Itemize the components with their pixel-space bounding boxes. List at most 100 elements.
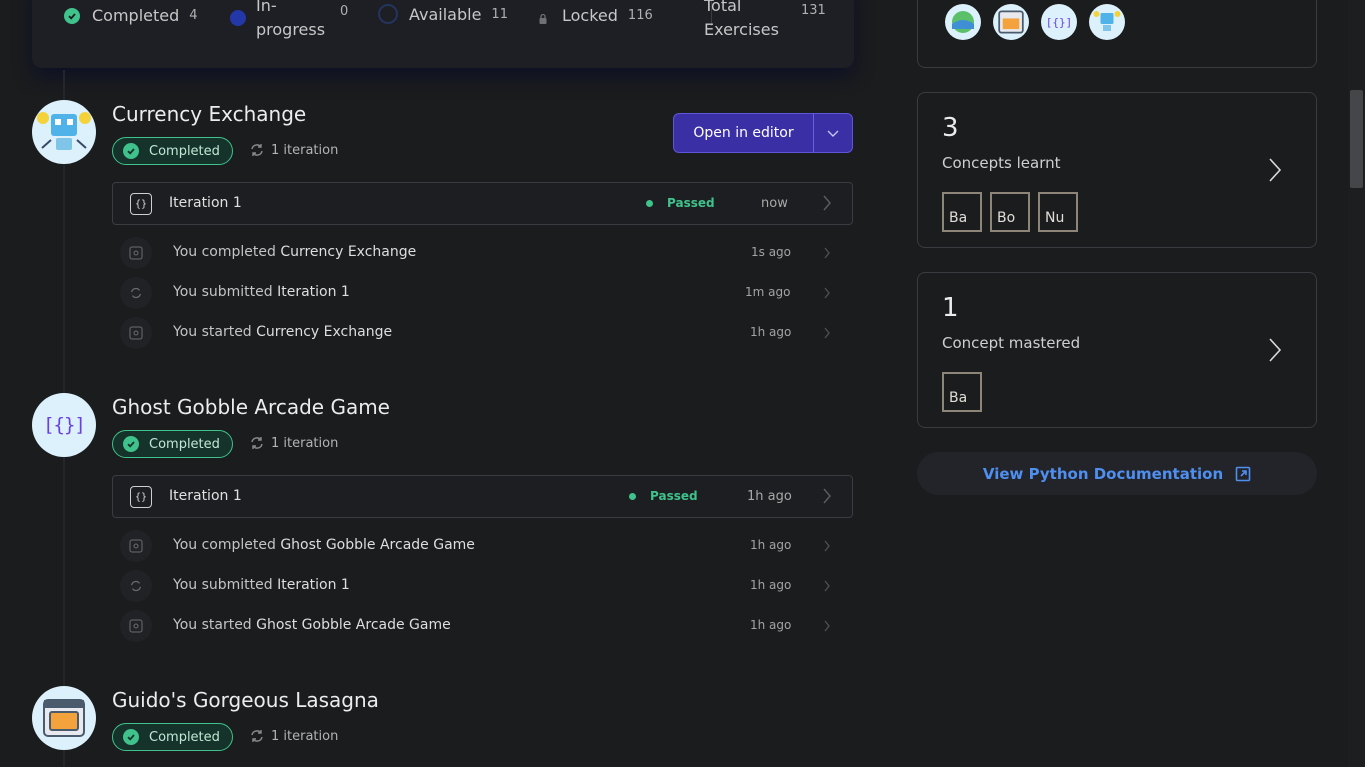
stat-available[interactable]: Available 11 xyxy=(378,4,508,24)
iteration-count-label: 1 iteration xyxy=(271,728,339,744)
avatar-text: [{}] xyxy=(43,414,86,436)
iteration-icon xyxy=(251,144,263,156)
exercise-title[interactable]: Ghost Gobble Arcade Game xyxy=(112,395,390,419)
concept-tile[interactable]: Nu xyxy=(1038,192,1078,232)
stat-completed[interactable]: Completed 4 xyxy=(64,6,198,25)
concepts-learnt-label: Concepts learnt xyxy=(942,154,1061,172)
activity-text: You completed Currency Exchange xyxy=(173,244,417,260)
chevron-down-icon xyxy=(827,130,839,137)
chevron-right-icon xyxy=(824,580,830,592)
activity-text: You started Ghost Gobble Arcade Game xyxy=(173,617,451,633)
activity-row[interactable]: You submitted Iteration 1 1m ago xyxy=(112,273,853,313)
stat-locked-count: 116 xyxy=(627,8,653,23)
iteration-count-label: 1 iteration xyxy=(271,435,339,451)
exercise-summary-bar: Completed 4 In- progress 0 Available 11 … xyxy=(32,0,854,68)
stat-completed-count: 4 xyxy=(189,8,198,23)
activity-row[interactable]: You submitted Iteration 1 1h ago xyxy=(112,566,853,606)
iteration-label: Iteration 1 xyxy=(169,488,242,504)
open-in-editor-split-button: Open in editor xyxy=(673,113,853,153)
iteration-row[interactable]: {} Iteration 1 Passed 1h ago xyxy=(112,475,853,518)
concept-tile[interactable]: Bo xyxy=(990,192,1030,232)
stat-in-progress[interactable]: In- progress 0 xyxy=(230,0,348,42)
completed-exercises-card[interactable]: [{}] xyxy=(917,0,1317,68)
iteration-label: Iteration 1 xyxy=(169,195,242,211)
concepts-learnt-count: 3 xyxy=(942,113,959,143)
lasagna-avatar xyxy=(32,686,96,750)
ghost-gobble-avatar: [{}] xyxy=(32,393,96,457)
chevron-right-icon xyxy=(823,195,831,211)
activity-text: You submitted Iteration 1 xyxy=(173,284,350,300)
stat-available-label: Available xyxy=(409,4,482,24)
chevron-right-icon xyxy=(1269,338,1282,362)
check-icon xyxy=(123,436,139,452)
avatar-text: [{}] xyxy=(1045,15,1073,29)
completed-exercise-avatar xyxy=(1089,4,1125,40)
currency-exchange-avatar xyxy=(32,100,96,164)
status-badge: Completed xyxy=(112,430,233,458)
code-file-icon: {} xyxy=(130,193,152,215)
status-badge-label: Completed xyxy=(149,436,220,452)
scrollbar-thumb[interactable] xyxy=(1350,90,1363,188)
concepts-learnt-card[interactable]: 3 Concepts learnt Ba Bo Nu xyxy=(917,92,1317,248)
page-scrollbar[interactable] xyxy=(1348,0,1365,767)
activity-row[interactable]: You completed Currency Exchange 1s ago xyxy=(112,233,853,273)
code-file-icon xyxy=(120,610,152,642)
concept-tile[interactable]: Ba xyxy=(942,192,982,232)
iteration-status: Passed xyxy=(629,489,698,503)
status-badge-label: Completed xyxy=(149,143,220,159)
activity-text: You submitted Iteration 1 xyxy=(173,577,350,593)
stat-in-progress-label: In- progress xyxy=(256,0,326,39)
activity-time: 1h ago xyxy=(750,618,792,632)
code-file-icon xyxy=(120,317,152,349)
activity-row[interactable]: You completed Ghost Gobble Arcade Game 1… xyxy=(112,526,853,566)
activity-time: 1h ago xyxy=(750,538,792,552)
stat-locked-label: Locked xyxy=(562,6,618,25)
iteration-icon xyxy=(120,570,152,602)
exercise-title[interactable]: Currency Exchange xyxy=(112,102,306,126)
activity-time: 1s ago xyxy=(751,245,792,259)
code-file-icon: {} xyxy=(130,486,152,508)
available-ring-icon xyxy=(378,4,398,24)
activity-time: 1h ago xyxy=(750,578,792,592)
docs-link-label: View Python Documentation xyxy=(982,464,1224,483)
chevron-right-icon xyxy=(824,247,830,259)
chevron-right-icon xyxy=(824,327,830,339)
iteration-status: Passed xyxy=(646,196,715,210)
chevron-right-icon xyxy=(824,540,830,552)
iteration-icon xyxy=(251,437,263,449)
iteration-row[interactable]: {} Iteration 1 Passed now xyxy=(112,182,853,225)
stat-locked[interactable]: Locked 116 xyxy=(538,6,653,25)
stat-total: Total Exercises 131 xyxy=(704,0,826,42)
iteration-icon xyxy=(251,730,263,742)
activity-text: You started Currency Exchange xyxy=(173,324,393,340)
stat-in-progress-count: 0 xyxy=(340,3,349,19)
stat-total-count: 131 xyxy=(801,3,826,18)
iteration-count: 1 iteration xyxy=(249,435,338,451)
iteration-count-label: 1 iteration xyxy=(271,142,339,158)
iteration-count: 1 iteration xyxy=(249,142,338,158)
status-badge: Completed xyxy=(112,137,233,165)
check-icon xyxy=(64,7,80,24)
code-file-icon xyxy=(120,237,152,269)
external-link-icon xyxy=(1235,466,1251,481)
stat-total-label: Total Exercises xyxy=(704,0,779,39)
completed-exercise-avatar xyxy=(945,4,981,40)
iteration-time: now xyxy=(761,196,788,211)
activity-row[interactable]: You started Ghost Gobble Arcade Game 1h … xyxy=(112,606,853,646)
status-badge: Completed xyxy=(112,723,233,751)
iteration-time: 1h ago xyxy=(747,489,792,504)
stat-completed-label: Completed xyxy=(92,6,180,25)
activity-row[interactable]: You started Currency Exchange 1h ago xyxy=(112,313,853,353)
concept-tile[interactable]: Ba xyxy=(942,372,982,412)
check-icon xyxy=(123,143,139,159)
code-file-icon xyxy=(120,530,152,562)
editor-dropdown-button[interactable] xyxy=(814,114,852,152)
open-in-editor-button[interactable]: Open in editor xyxy=(674,114,814,152)
in-progress-dot-icon xyxy=(230,10,246,26)
chevron-right-icon xyxy=(824,287,830,299)
concepts-mastered-count: 1 xyxy=(942,293,959,323)
view-python-docs-link[interactable]: View Python Documentation xyxy=(917,452,1317,495)
activity-time: 1m ago xyxy=(745,285,791,299)
exercise-title[interactable]: Guido's Gorgeous Lasagna xyxy=(112,688,379,712)
concepts-mastered-card[interactable]: 1 Concept mastered Ba xyxy=(917,272,1317,428)
